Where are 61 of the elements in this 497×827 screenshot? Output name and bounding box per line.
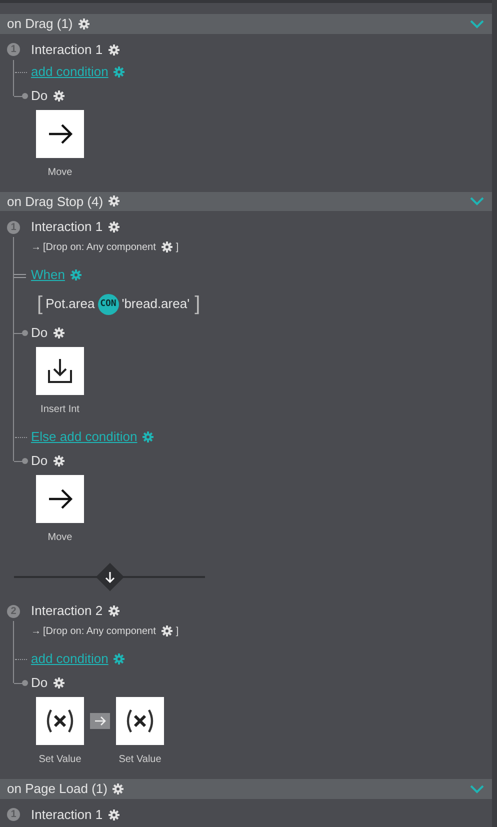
- add-condition-link[interactable]: Else add condition: [31, 427, 138, 447]
- download-icon: [45, 356, 75, 386]
- action-label: Set Value: [38, 753, 82, 767]
- gear-icon[interactable]: [70, 269, 82, 281]
- section-title: on Page Load (1): [7, 780, 108, 798]
- chevron-down-icon[interactable]: [470, 18, 484, 29]
- do-label[interactable]: Do: [31, 86, 48, 106]
- add-condition-link[interactable]: add condition: [31, 62, 108, 82]
- action-label: Insert Int: [40, 403, 80, 417]
- trigger-text[interactable]: [Drop on: Any component: [43, 624, 156, 638]
- action-label: Move: [48, 166, 72, 180]
- action-tile[interactable]: [36, 475, 84, 523]
- operator-badge[interactable]: CON: [98, 294, 119, 314]
- action-tile[interactable]: [36, 697, 84, 745]
- arrow-symbol: →: [31, 240, 41, 254]
- gear-icon[interactable]: [108, 221, 120, 233]
- chevron-down-icon[interactable]: [470, 196, 484, 206]
- action-tile[interactable]: [36, 110, 84, 158]
- down-arrow-icon: [104, 571, 114, 583]
- bracket-symbol: ]: [176, 240, 179, 254]
- gear-icon[interactable]: [112, 782, 124, 795]
- gear-icon[interactable]: [52, 327, 65, 339]
- do-label[interactable]: Do: [31, 323, 48, 343]
- trigger-text[interactable]: [Drop on: Any component: [43, 240, 156, 254]
- when-link[interactable]: When: [31, 265, 65, 285]
- arrow-symbol: →: [31, 624, 41, 638]
- gear-icon[interactable]: [160, 241, 173, 253]
- gear-icon[interactable]: [108, 605, 120, 617]
- bracket-symbol: [: [37, 294, 43, 314]
- section-header[interactable]: on Page Load (1): [0, 779, 492, 798]
- gear-icon[interactable]: [142, 431, 154, 443]
- do-label[interactable]: Do: [31, 673, 48, 693]
- action-label: Set Value: [118, 753, 162, 767]
- section-header[interactable]: on Drag Stop (4): [0, 192, 492, 211]
- gear-icon[interactable]: [113, 653, 126, 665]
- gear-icon[interactable]: [52, 455, 65, 467]
- interaction-title[interactable]: Interaction 1: [31, 40, 103, 60]
- section-header[interactable]: on Drag (1): [0, 14, 492, 34]
- gear-icon[interactable]: [113, 66, 126, 78]
- interaction-title[interactable]: Interaction 1: [31, 217, 103, 237]
- action-label: Move: [48, 531, 72, 545]
- action-tile[interactable]: [116, 697, 164, 745]
- gear-icon[interactable]: [108, 808, 120, 820]
- action-tile[interactable]: [36, 347, 84, 395]
- expression-value: 'bread.area': [122, 295, 190, 314]
- bracket-symbol: ]: [194, 294, 200, 314]
- chevron-down-icon[interactable]: [470, 784, 484, 794]
- expression-operand: Pot.area: [46, 295, 95, 314]
- gear-icon[interactable]: [108, 44, 120, 56]
- bracket-symbol: ]: [176, 624, 179, 638]
- gear-icon[interactable]: [160, 625, 173, 637]
- gear-icon[interactable]: [78, 18, 90, 30]
- add-condition-link[interactable]: add condition: [31, 649, 108, 669]
- gear-icon[interactable]: [52, 677, 65, 689]
- do-label[interactable]: Do: [31, 451, 48, 471]
- section-title: on Drag (1): [7, 15, 73, 33]
- gear-icon[interactable]: [108, 195, 120, 208]
- interaction-title[interactable]: Interaction 1: [31, 804, 103, 824]
- interaction-title[interactable]: Interaction 2: [31, 601, 103, 621]
- section-title: on Drag Stop (4): [7, 192, 104, 211]
- gear-icon[interactable]: [52, 90, 65, 102]
